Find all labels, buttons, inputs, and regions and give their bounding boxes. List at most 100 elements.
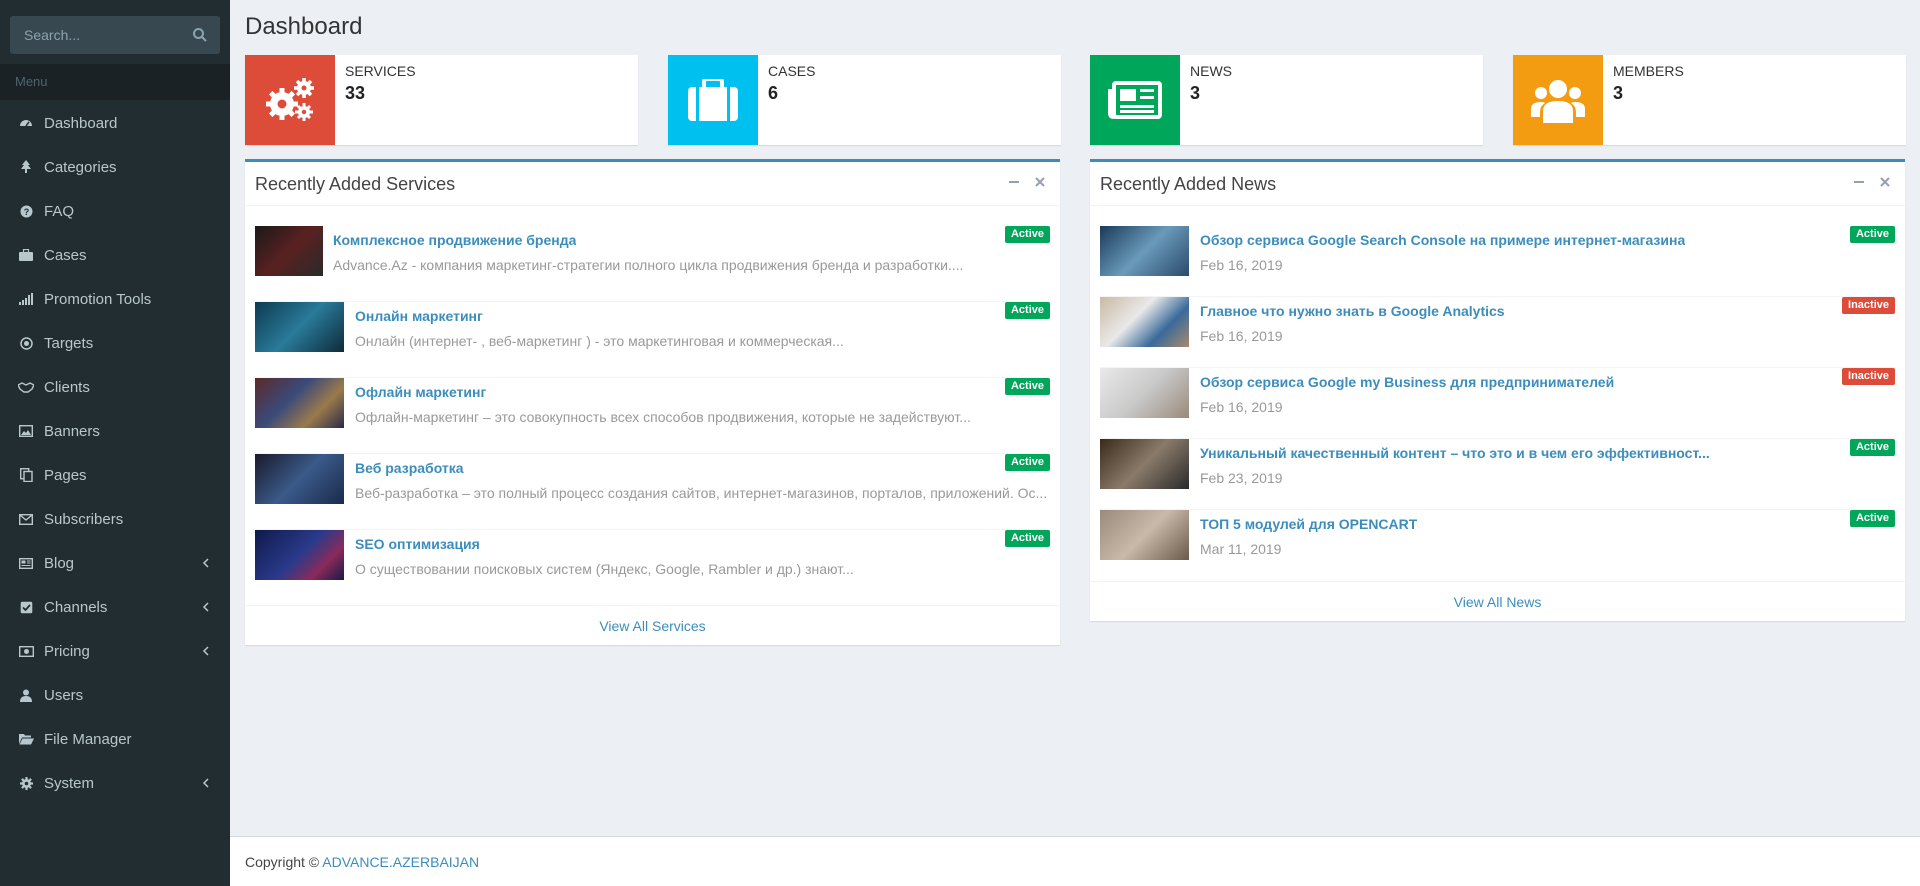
- item-title-link[interactable]: Главное что нужно знать в Google Analyti…: [1200, 303, 1505, 319]
- item-description: Офлайн-маркетинг – это совокупность всех…: [355, 409, 971, 425]
- copy-icon: [18, 467, 34, 483]
- info-box-cases[interactable]: CASES 6: [668, 55, 1061, 145]
- sidebar-item-channels[interactable]: Channels: [0, 585, 230, 629]
- sidebar-item-banners[interactable]: Banners: [0, 409, 230, 453]
- sidebar-item-file-manager[interactable]: File Manager: [0, 717, 230, 761]
- chevron-left-icon: [202, 600, 212, 614]
- sidebar-item-label: System: [44, 774, 95, 792]
- menu-header: Menu: [0, 64, 230, 100]
- list-item: Веб разработка Веб-разработка – это полн…: [255, 454, 1050, 530]
- item-thumbnail: [255, 378, 344, 428]
- main-content: Dashboard SERVICES 33 CASES 6 NEWS 3 MEM…: [230, 0, 1920, 836]
- view-all-services-link[interactable]: View All Services: [245, 605, 1060, 645]
- services-box: Recently Added Services Комплексное прод…: [245, 159, 1060, 645]
- status-badge: Active: [1849, 510, 1895, 527]
- box-tools: [1853, 176, 1891, 188]
- item-description: Онлайн (интернет- , веб-маркетинг ) - эт…: [355, 333, 844, 349]
- item-thumbnail: [255, 226, 323, 276]
- news-box: Recently Added News Обзор сервиса Google…: [1090, 159, 1905, 621]
- sidebar-item-promotion-tools[interactable]: Promotion Tools: [0, 277, 230, 321]
- sidebar-item-label: Cases: [44, 246, 87, 264]
- item-description: Advance.Az - компания маркетинг-стратеги…: [333, 257, 964, 273]
- search-box: [10, 16, 220, 54]
- search-input[interactable]: [10, 16, 220, 54]
- sidebar-item-pages[interactable]: Pages: [0, 453, 230, 497]
- status-badge: Active: [1004, 302, 1050, 319]
- search-icon[interactable]: [192, 27, 208, 43]
- box-header: Recently Added News: [1090, 162, 1905, 206]
- sidebar-item-categories[interactable]: Categories: [0, 145, 230, 189]
- handshake-icon: [18, 379, 34, 395]
- minimize-icon[interactable]: [1853, 176, 1865, 188]
- item-title-link[interactable]: Комплексное продвижение бренда: [333, 232, 576, 248]
- box-title: Recently Added News: [1100, 174, 1277, 194]
- gear-icon: [18, 775, 34, 791]
- target-icon: [18, 335, 34, 351]
- list-item: Онлайн маркетинг Онлайн (интернет- , веб…: [255, 302, 1050, 378]
- sidebar-item-clients[interactable]: Clients: [0, 365, 230, 409]
- sidebar-item-blog[interactable]: Blog: [0, 541, 230, 585]
- item-title-link[interactable]: Веб разработка: [355, 460, 464, 476]
- item-title-link[interactable]: Онлайн маркетинг: [355, 308, 483, 324]
- info-box-label: SERVICES: [345, 63, 416, 79]
- status-badge: Inactive: [1842, 297, 1895, 314]
- item-date: Mar 11, 2019: [1200, 541, 1282, 557]
- list-item: Обзор сервиса Google Search Console на п…: [1100, 226, 1895, 297]
- item-thumbnail: [1100, 510, 1189, 560]
- newspaper-icon: [1090, 55, 1180, 145]
- close-icon[interactable]: [1879, 176, 1891, 188]
- item-description: Веб-разработка – это полный процесс созд…: [355, 485, 1048, 501]
- item-title-link[interactable]: Уникальный качественный контент – что эт…: [1200, 445, 1710, 461]
- users-icon: [1513, 55, 1603, 145]
- info-box-number: 6: [768, 83, 779, 103]
- image-icon: [18, 423, 34, 439]
- sidebar-item-label: Channels: [44, 598, 108, 616]
- item-title-link[interactable]: ТОП 5 модулей для OPENCART: [1200, 516, 1417, 532]
- newspaper-icon: [18, 555, 34, 571]
- sidebar-item-system[interactable]: System: [0, 761, 230, 805]
- envelope-icon: [18, 511, 34, 527]
- copyright-text: Copyright ©: [245, 854, 320, 870]
- info-box-news[interactable]: NEWS 3: [1090, 55, 1483, 145]
- list-item: Уникальный качественный контент – что эт…: [1100, 439, 1895, 510]
- item-description: О существовании поисковых систем (Яндекс…: [355, 561, 854, 577]
- info-box-services[interactable]: SERVICES 33: [245, 55, 638, 145]
- brand-link[interactable]: ADVANCE.AZERBAIJAN: [322, 854, 479, 870]
- sidebar-item-label: Targets: [44, 334, 94, 352]
- list-item: Обзор сервиса Google my Business для пре…: [1100, 368, 1895, 439]
- sidebar-item-cases[interactable]: Cases: [0, 233, 230, 277]
- info-box-label: MEMBERS: [1613, 63, 1684, 79]
- sidebar-item-label: Dashboard: [44, 114, 118, 132]
- view-all-news-link[interactable]: View All News: [1090, 581, 1905, 621]
- sidebar-item-users[interactable]: Users: [0, 673, 230, 717]
- close-icon[interactable]: [1034, 176, 1046, 188]
- tree-icon: [18, 159, 34, 175]
- status-badge: Active: [1004, 454, 1050, 471]
- item-title-link[interactable]: Обзор сервиса Google Search Console на п…: [1200, 232, 1685, 248]
- status-badge: Active: [1004, 378, 1050, 395]
- sidebar-item-label: Blog: [44, 554, 75, 572]
- sidebar-item-label: Users: [44, 686, 84, 704]
- sidebar-item-targets[interactable]: Targets: [0, 321, 230, 365]
- minimize-icon[interactable]: [1008, 176, 1020, 188]
- item-date: Feb 16, 2019: [1200, 399, 1283, 415]
- info-box-label: CASES: [768, 63, 816, 79]
- sidebar-item-pricing[interactable]: Pricing: [0, 629, 230, 673]
- sidebar-item-subscribers[interactable]: Subscribers: [0, 497, 230, 541]
- item-title-link[interactable]: Обзор сервиса Google my Business для пре…: [1200, 374, 1614, 390]
- item-thumbnail: [1100, 297, 1189, 347]
- item-title-link[interactable]: Офлайн маркетинг: [355, 384, 486, 400]
- item-thumbnail: [1100, 439, 1189, 489]
- item-thumbnail: [255, 302, 344, 352]
- sidebar-item-dashboard[interactable]: Dashboard: [0, 101, 230, 145]
- sidebar-menu: Dashboard Categories ? FAQ Cases Promoti…: [0, 101, 230, 805]
- sidebar-item-label: Subscribers: [44, 510, 124, 528]
- info-box-members[interactable]: MEMBERS 3: [1513, 55, 1906, 145]
- sidebar-item-label: File Manager: [44, 730, 132, 748]
- status-badge: Inactive: [1842, 368, 1895, 385]
- sidebar-item-label: Promotion Tools: [44, 290, 152, 308]
- page-footer: Copyright © ADVANCE.AZERBAIJAN: [230, 836, 1920, 886]
- question-icon: ?: [18, 203, 34, 219]
- sidebar-item-faq[interactable]: ? FAQ: [0, 189, 230, 233]
- item-title-link[interactable]: SEO оптимизация: [355, 536, 480, 552]
